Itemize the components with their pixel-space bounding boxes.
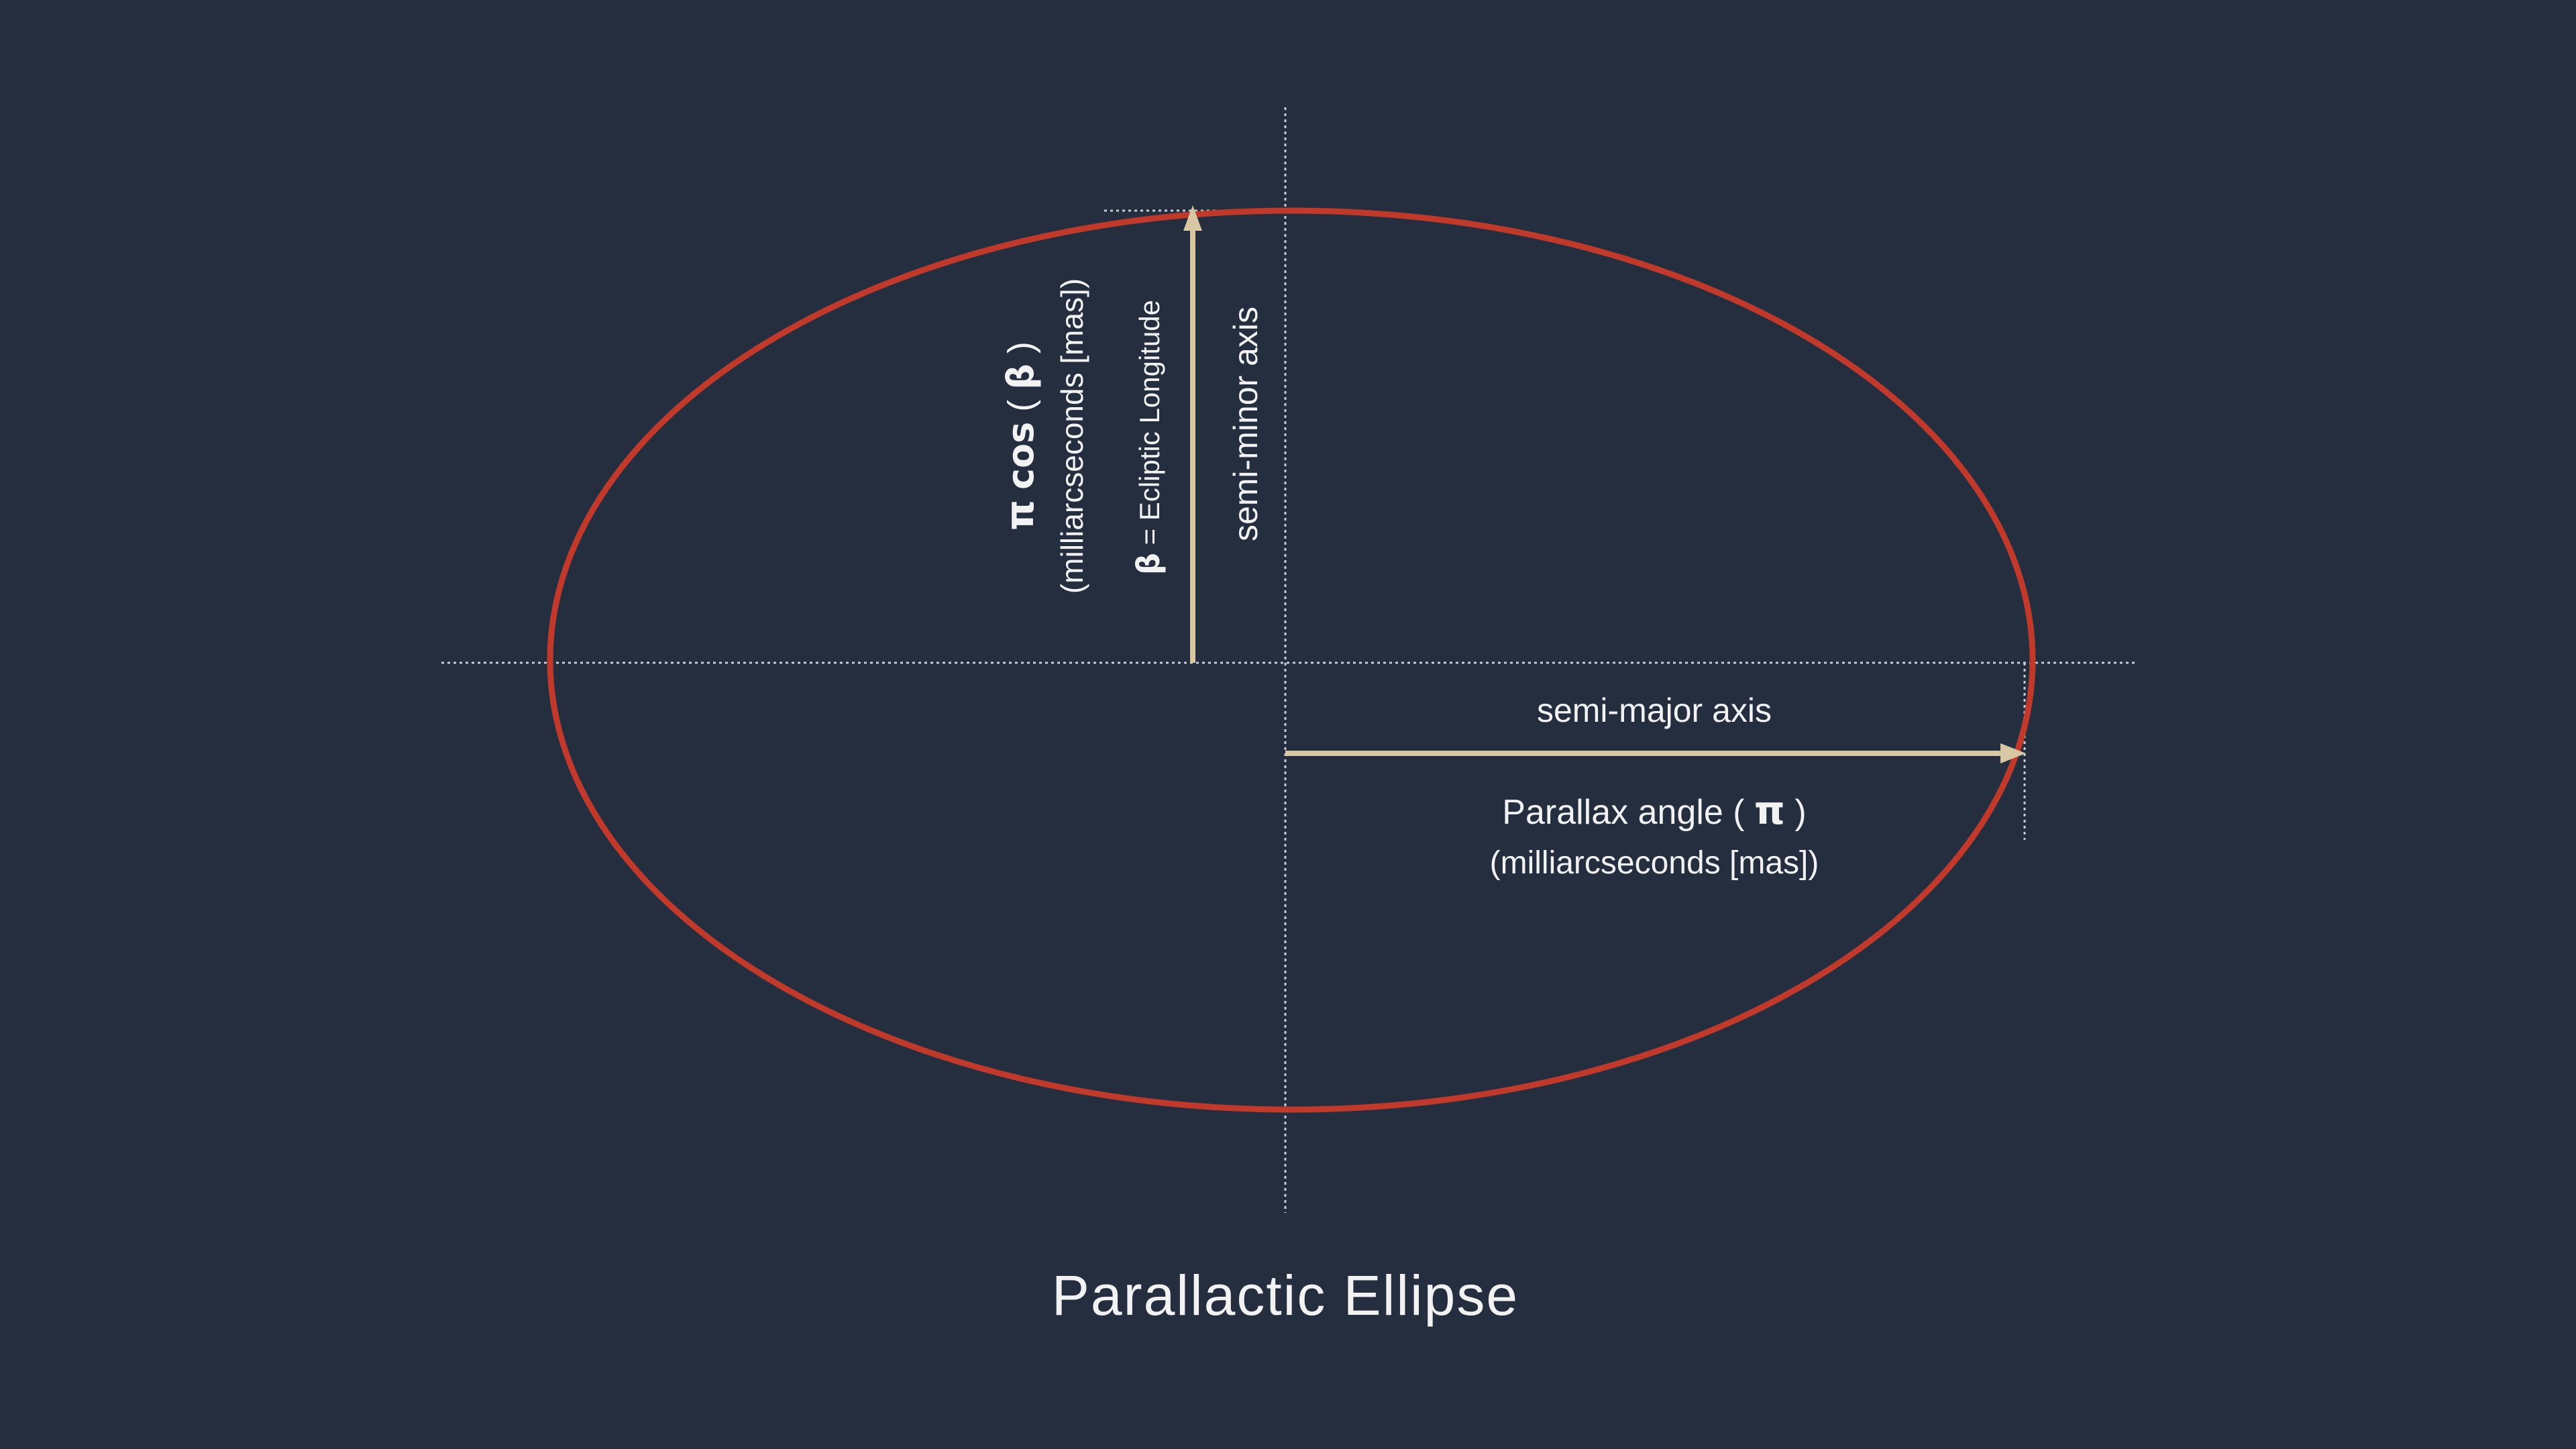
pi-cos-beta-label: π cos ( β ): [997, 341, 1042, 531]
semi-major-axis-label: semi-major axis: [1537, 692, 1772, 729]
beta-definition-label: β = Ecliptic Longitude: [1130, 300, 1167, 575]
parallax-symbol: π: [1754, 788, 1785, 833]
parallactic-ellipse: [547, 207, 2036, 1113]
diagram-title: Parallactic Ellipse: [1052, 1264, 1519, 1327]
cos-close-paren: ): [1001, 341, 1041, 364]
cos-open-paren: (: [1001, 390, 1041, 422]
pi-symbol: π: [997, 500, 1042, 531]
semi-major-units-label: (milliarcseconds [mas]): [1490, 845, 1819, 881]
parallax-angle-suffix: ): [1785, 793, 1807, 832]
parallax-angle-label: Parallax angle ( π ): [1502, 788, 1806, 833]
beta-symbol: β: [1130, 553, 1167, 575]
pi-cos-space: [1001, 490, 1041, 500]
beta-in-cos: β: [1000, 364, 1042, 390]
beta-definition-text: = Ecliptic Longitude: [1134, 300, 1165, 553]
parallactic-ellipse-diagram: semi-major axis Parallax angle ( π ) (mi…: [441, 107, 2135, 1327]
cos-text: cos: [1000, 422, 1042, 490]
semi-minor-units-label: (milliarcseconds [mas]): [1055, 278, 1089, 594]
semi-minor-axis-label: semi-minor axis: [1227, 307, 1265, 541]
diagram-canvas: semi-major axis Parallax angle ( π ) (mi…: [0, 0, 2576, 1449]
parallax-angle-prefix: Parallax angle (: [1502, 793, 1754, 832]
